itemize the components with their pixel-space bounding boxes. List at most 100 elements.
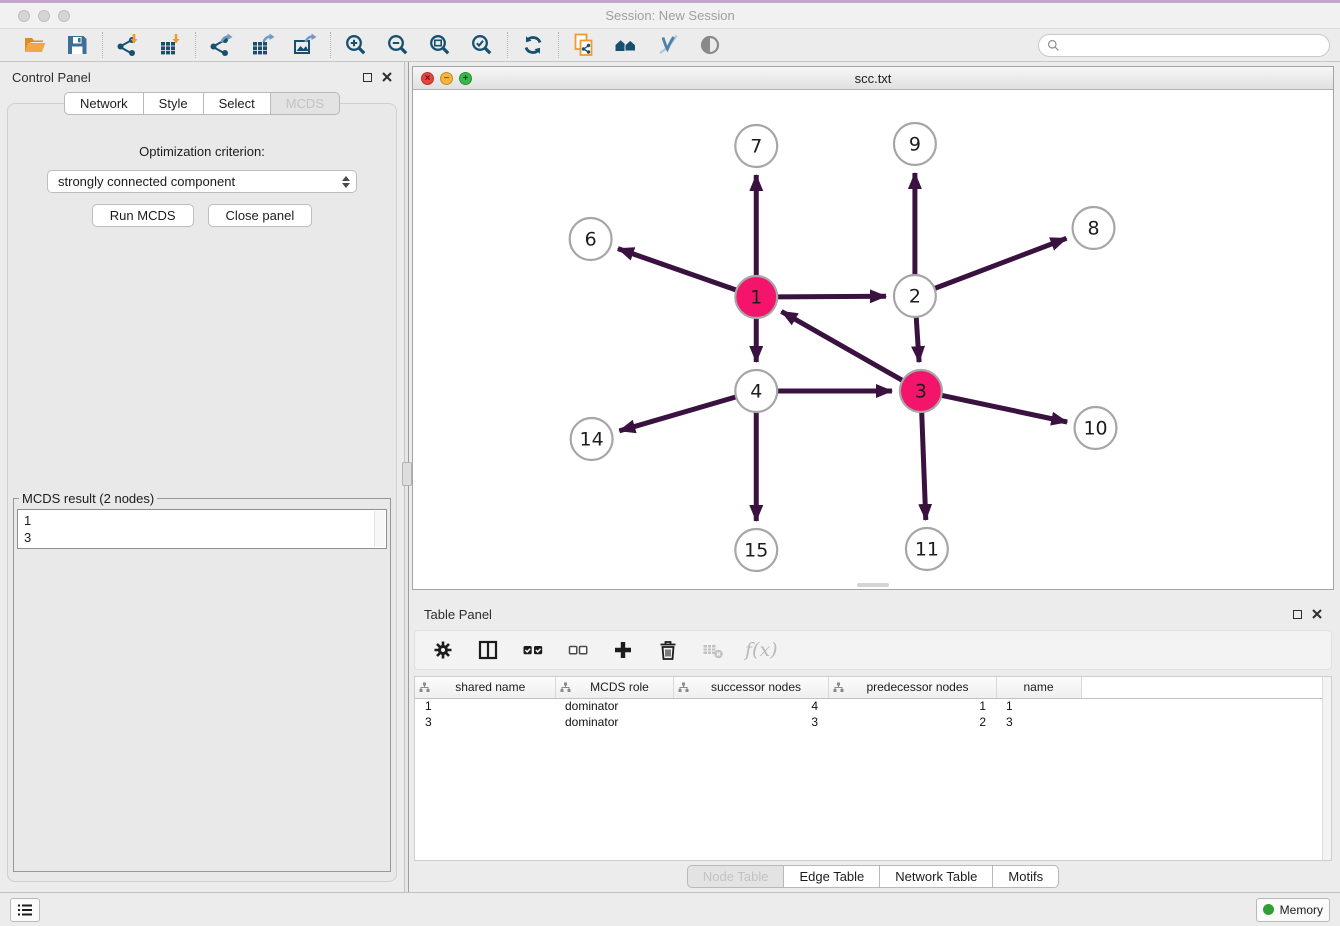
table-float-panel-icon[interactable] [1293,610,1302,619]
node-label-15: 15 [744,540,768,562]
tab-network-table[interactable]: Network Table [880,865,993,888]
cell-MCDS-role[interactable]: dominator [555,714,673,730]
show-graphics-details-button[interactable] [697,32,723,58]
network-node-7[interactable]: 7 [735,125,777,167]
zoom-fit-button[interactable] [427,32,453,58]
create-column-button[interactable] [610,637,636,663]
result-scrollbar[interactable] [374,511,385,547]
network-node-11[interactable]: 11 [906,528,948,570]
home-button[interactable] [613,32,639,58]
table-panel-title: Table Panel [424,607,492,622]
tab-mcds[interactable]: MCDS [271,92,340,115]
edge-3-11[interactable] [922,412,926,520]
show-columns-button[interactable] [475,637,501,663]
network-canvas[interactable]: 1 2 3 4 6 7 8 9 10 11 14 15 [413,90,1333,589]
float-panel-icon[interactable] [363,73,372,82]
network-node-6[interactable]: 6 [570,218,612,260]
table-close-panel-icon[interactable] [1312,609,1322,619]
column-header-shared-name[interactable]: shared name [415,677,555,698]
close-panel-button[interactable]: Close panel [208,204,313,227]
network-window-titlebar[interactable]: × − + scc.txt [413,67,1333,90]
cell-name[interactable]: 3 [996,714,1081,730]
network-hscroll-grip[interactable] [857,583,889,587]
cell-successor-nodes[interactable]: 4 [673,698,828,714]
zoom-out-button[interactable] [385,32,411,58]
show-columns-icon [477,639,499,661]
network-node-8[interactable]: 8 [1073,207,1115,249]
memory-label: Memory [1280,903,1323,917]
column-header-name[interactable]: name [996,677,1081,698]
edge-1-6[interactable] [618,249,737,291]
edge-2-8[interactable] [934,238,1066,288]
tab-network[interactable]: Network [64,92,144,115]
table-settings-button[interactable] [430,637,456,663]
tab-style[interactable]: Style [144,92,204,115]
tab-node-table[interactable]: Node Table [687,865,785,888]
mcds-result-text[interactable]: 1 3 [18,510,386,548]
edge-4-14[interactable] [619,397,736,431]
apply-layout-button[interactable] [520,32,546,58]
export-network-button[interactable] [208,32,234,58]
network-node-2[interactable]: 2 [894,275,936,317]
network-node-4[interactable]: 4 [735,370,777,412]
export-image-button[interactable] [292,32,318,58]
splitter-grip[interactable] [402,462,412,486]
unselect-all-columns-button[interactable] [565,637,591,663]
cell-shared-name[interactable]: 3 [415,714,555,730]
criterion-dropdown[interactable]: strongly connected component [47,170,357,193]
edge-1-2[interactable] [777,296,886,297]
tab-edge-table[interactable]: Edge Table [784,865,880,888]
panel-splitter[interactable] [404,62,409,892]
search-box[interactable] [1038,34,1330,57]
edge-2-3[interactable] [916,317,919,362]
column-header-predecessor-nodes[interactable]: predecessor nodes [828,677,996,698]
run-mcds-button[interactable]: Run MCDS [92,204,194,227]
zoom-in-button[interactable] [343,32,369,58]
cell-filler [1081,714,1331,730]
tab-select[interactable]: Select [204,92,271,115]
table-scrollbar[interactable] [1322,677,1331,860]
task-history-button[interactable] [10,898,40,922]
select-all-columns-button[interactable] [520,637,546,663]
cell-predecessor-nodes[interactable]: 1 [828,698,996,714]
open-session-button[interactable] [22,32,48,58]
node-label-1: 1 [750,287,762,309]
edge-3-10[interactable] [941,395,1067,422]
delete-columns-button[interactable] [655,637,681,663]
network-node-3[interactable]: 3 [900,370,942,412]
network-window: × − + scc.txt 1 2 3 4 6 7 8 9 10 11 14 15 [412,66,1334,590]
import-table-button[interactable] [157,32,183,58]
import-network-button[interactable] [115,32,141,58]
network-node-10[interactable]: 10 [1075,407,1117,449]
search-input[interactable] [1064,38,1321,52]
node-label-7: 7 [750,136,762,158]
memory-button[interactable]: Memory [1256,898,1330,922]
session-title: Session: New Session [0,8,1340,23]
export-table-button[interactable] [250,32,276,58]
table-row[interactable]: 3dominator323 [415,714,1331,730]
network-node-9[interactable]: 9 [894,123,936,165]
column-header-MCDS-role[interactable]: MCDS role [555,677,673,698]
tab-motifs[interactable]: Motifs [993,865,1059,888]
network-node-1[interactable]: 1 [735,276,777,318]
zoom-selected-button[interactable] [469,32,495,58]
network-from-selection-button[interactable] [571,32,597,58]
cell-MCDS-role[interactable]: dominator [555,698,673,714]
cell-shared-name[interactable]: 1 [415,698,555,714]
cell-successor-nodes[interactable]: 3 [673,714,828,730]
network-node-15[interactable]: 15 [735,529,777,571]
zoom-selected-icon [470,33,494,57]
cell-predecessor-nodes[interactable]: 2 [828,714,996,730]
column-header-successor-nodes[interactable]: successor nodes [673,677,828,698]
table-header-row: shared nameMCDS rolesuccessor nodesprede… [415,677,1331,698]
status-bar: Memory [0,892,1340,926]
close-panel-icon[interactable] [382,72,392,82]
application-window: Session: New Session Control Panel [0,0,1340,926]
network-node-14[interactable]: 14 [571,418,613,460]
save-session-button[interactable] [64,32,90,58]
cell-name[interactable]: 1 [996,698,1081,714]
edge-3-1[interactable] [781,311,902,380]
main-area: Control Panel NetworkStyleSelectMCDS Opt… [0,62,1340,892]
table-row[interactable]: 1dominator411 [415,698,1331,714]
apply-style-button[interactable] [655,32,681,58]
